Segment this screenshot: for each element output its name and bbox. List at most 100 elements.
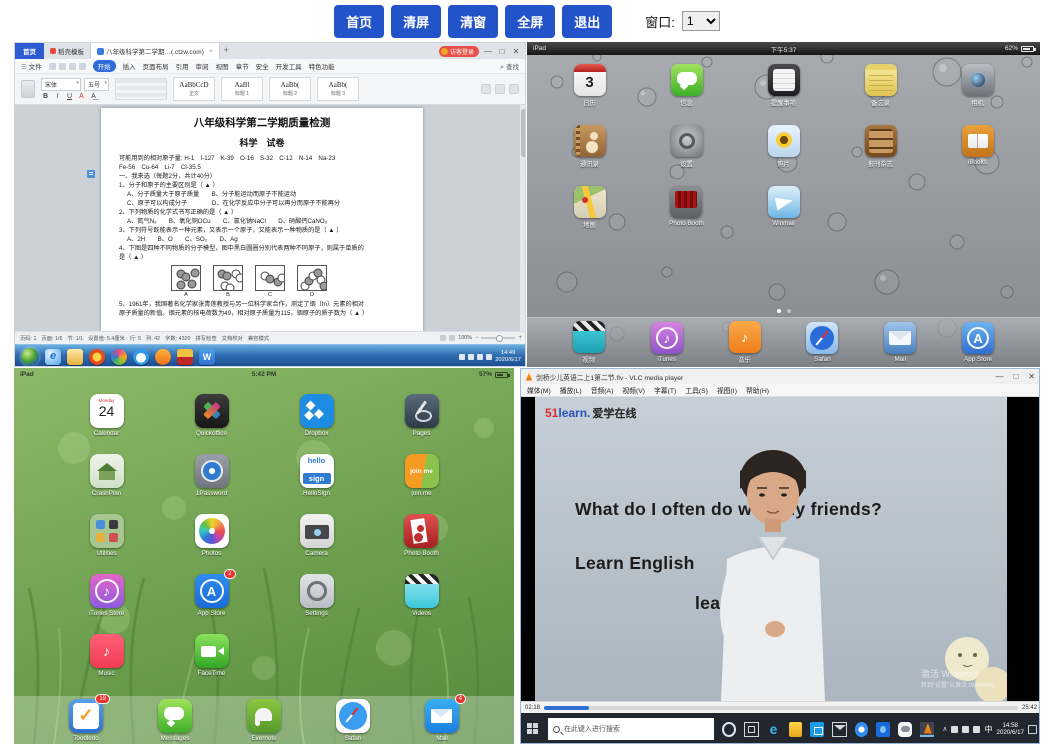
clear-window-button[interactable]: 清窗 (448, 5, 498, 38)
menu-media[interactable]: 媒体(M) (527, 385, 551, 395)
app-music[interactable]: Music (90, 634, 124, 677)
app-itunes-store[interactable]: iTunes Store (89, 574, 124, 617)
app-hellosign[interactable]: hellosignHelloSign (300, 454, 334, 497)
menu-start[interactable]: 开始 (93, 60, 116, 72)
app-camera[interactable]: 相机 (962, 64, 994, 107)
dock-app-videos[interactable]: 视频 (573, 321, 605, 364)
app-pages[interactable]: Pages (405, 394, 439, 437)
start-button[interactable] (525, 721, 540, 737)
paragraph-tools[interactable] (115, 78, 167, 100)
menu-references[interactable]: 引用 (176, 61, 189, 71)
clock[interactable]: 14:58 2020/6/17 (996, 722, 1024, 736)
wps-home-tab[interactable]: 首页 (15, 43, 44, 59)
italic-button[interactable] (53, 93, 62, 100)
dictionary-app-icon[interactable] (177, 349, 193, 365)
wps-icon[interactable] (199, 349, 215, 365)
app-quickoffice[interactable]: Quickoffice (195, 394, 229, 437)
menu-insert[interactable]: 插入 (123, 61, 136, 71)
minimize-icon[interactable]: — (995, 372, 1003, 381)
browser-icon[interactable] (855, 722, 869, 737)
guest-login-badge[interactable]: 访客登录 (439, 46, 479, 57)
paste-button[interactable] (21, 80, 35, 98)
window-select[interactable]: 1 (682, 11, 720, 31)
file-explorer-icon[interactable] (67, 349, 83, 365)
layout-icon[interactable] (449, 335, 455, 341)
pinwheel-app-icon[interactable] (111, 349, 127, 365)
menu-view[interactable]: 视图 (216, 61, 229, 71)
app-photos[interactable]: Photos (195, 514, 229, 557)
app-settings[interactable]: Settings (300, 574, 334, 617)
app-maps[interactable]: 地图 (574, 186, 606, 229)
app-joinme[interactable]: join mejoin.me (405, 454, 439, 497)
dock-app-mail[interactable]: Mail (884, 322, 916, 363)
home-button[interactable]: 首页 (334, 5, 384, 38)
app-facetime[interactable]: FaceTime (195, 634, 229, 677)
new-tab-button[interactable] (224, 45, 236, 57)
style-heading1[interactable]: AaBl标题 1 (221, 77, 263, 101)
close-tab-icon[interactable] (209, 48, 213, 55)
status-spellcheck[interactable]: 拼写检查 (195, 334, 216, 342)
menu-security[interactable]: 安全 (256, 61, 269, 71)
menu-features[interactable]: 特色功能 (309, 61, 335, 71)
app-dropbox[interactable]: Dropbox (300, 394, 334, 437)
video-area[interactable]: 51learn.爱学在线 What do I often do with my … (521, 397, 1040, 701)
app-1password[interactable]: 1Password (195, 454, 229, 497)
app-messages[interactable]: 信息 (671, 64, 703, 107)
seek-bar[interactable] (544, 706, 1018, 710)
dock-app-safari[interactable]: Safari (336, 699, 370, 742)
menu-help[interactable]: 帮助(H) (746, 385, 769, 395)
file-explorer-icon[interactable] (789, 722, 803, 737)
highlight-button[interactable] (89, 93, 98, 100)
app-crashplan[interactable]: CrashPlan (90, 454, 124, 497)
font-color-button[interactable] (77, 93, 86, 100)
screen-vlc-windows10[interactable]: 剑桥少儿英语二上1第二节.flv - VLC media player — □ … (520, 368, 1040, 744)
menu-view[interactable]: 视图(I) (717, 385, 737, 395)
font-name-select[interactable]: 宋体 (41, 78, 81, 91)
dock-app-messages[interactable]: Messages (158, 699, 192, 742)
app-camera[interactable]: Camera (300, 514, 334, 557)
start-button[interactable] (21, 348, 39, 366)
app-photo-booth[interactable]: Photo Booth (404, 514, 439, 557)
app-newsstand[interactable]: 报刊杂志 (865, 125, 897, 168)
close-icon[interactable] (511, 47, 521, 56)
tray-expand-icon[interactable]: ∧ (942, 725, 947, 733)
volume-icon[interactable] (973, 726, 980, 733)
find-button[interactable]: 查找 (500, 61, 519, 72)
comment-icon[interactable] (87, 170, 95, 178)
system-tray[interactable]: 14:49 2020/6/17 (459, 350, 521, 363)
tray-icon[interactable] (951, 726, 958, 733)
maximize-icon[interactable] (497, 47, 507, 56)
dock-app-safari[interactable]: Safari (806, 322, 838, 363)
task-view-icon[interactable] (744, 722, 758, 737)
menu-subtitle[interactable]: 字幕(T) (654, 385, 676, 395)
store-icon[interactable] (810, 722, 824, 737)
dock-app-mail[interactable]: 4Mail (425, 699, 459, 742)
menu-dev-tools[interactable]: 开发工具 (276, 61, 302, 71)
app-photos[interactable]: 照片 (768, 125, 800, 168)
cloud-browser-icon[interactable] (133, 349, 149, 365)
dock-app-app-store[interactable]: App Store (962, 322, 994, 363)
dock-app-music[interactable]: 音乐 (729, 321, 761, 364)
tray-icon[interactable] (468, 354, 474, 360)
ie-icon[interactable] (45, 349, 61, 365)
tray-icon[interactable] (486, 354, 492, 360)
style-normal[interactable]: AaBbCcD正文 (173, 77, 215, 101)
quick-access-icons[interactable] (49, 63, 86, 70)
screen-ipad-droplets[interactable]: iPad 下午5:37 62% 3日历 信息 提醒事项 备忘录 相机 通讯录 设… (527, 42, 1040, 367)
app-contacts[interactable]: 通讯录 (574, 125, 606, 168)
menu-playback[interactable]: 播放(L) (560, 385, 582, 395)
menu-audio[interactable]: 音频(A) (591, 385, 614, 395)
screen-wps-windows7[interactable]: 首页 稻壳模板 八年级科学第二学期…(.ctzw.com) 访客登录 文件 开始… (14, 42, 526, 367)
app-winmail[interactable]: Winmail (768, 186, 800, 229)
maximize-icon[interactable]: □ (1013, 372, 1018, 381)
wps-document-tab[interactable]: 八年级科学第二学期…(.ctzw.com) (91, 43, 220, 59)
view-mode-icon[interactable] (440, 335, 446, 341)
tray-icon[interactable] (459, 354, 465, 360)
clock[interactable]: 14:49 2020/6/17 (495, 350, 521, 363)
menu-video[interactable]: 视频(V) (622, 385, 645, 395)
folder-utilities[interactable]: Utilities (90, 514, 124, 557)
style-heading2[interactable]: AaBb(标题 2 (269, 77, 311, 101)
close-icon[interactable]: ✕ (1028, 372, 1035, 381)
app-videos[interactable]: Videos (405, 574, 439, 617)
ime-indicator[interactable]: 中 (984, 724, 992, 735)
